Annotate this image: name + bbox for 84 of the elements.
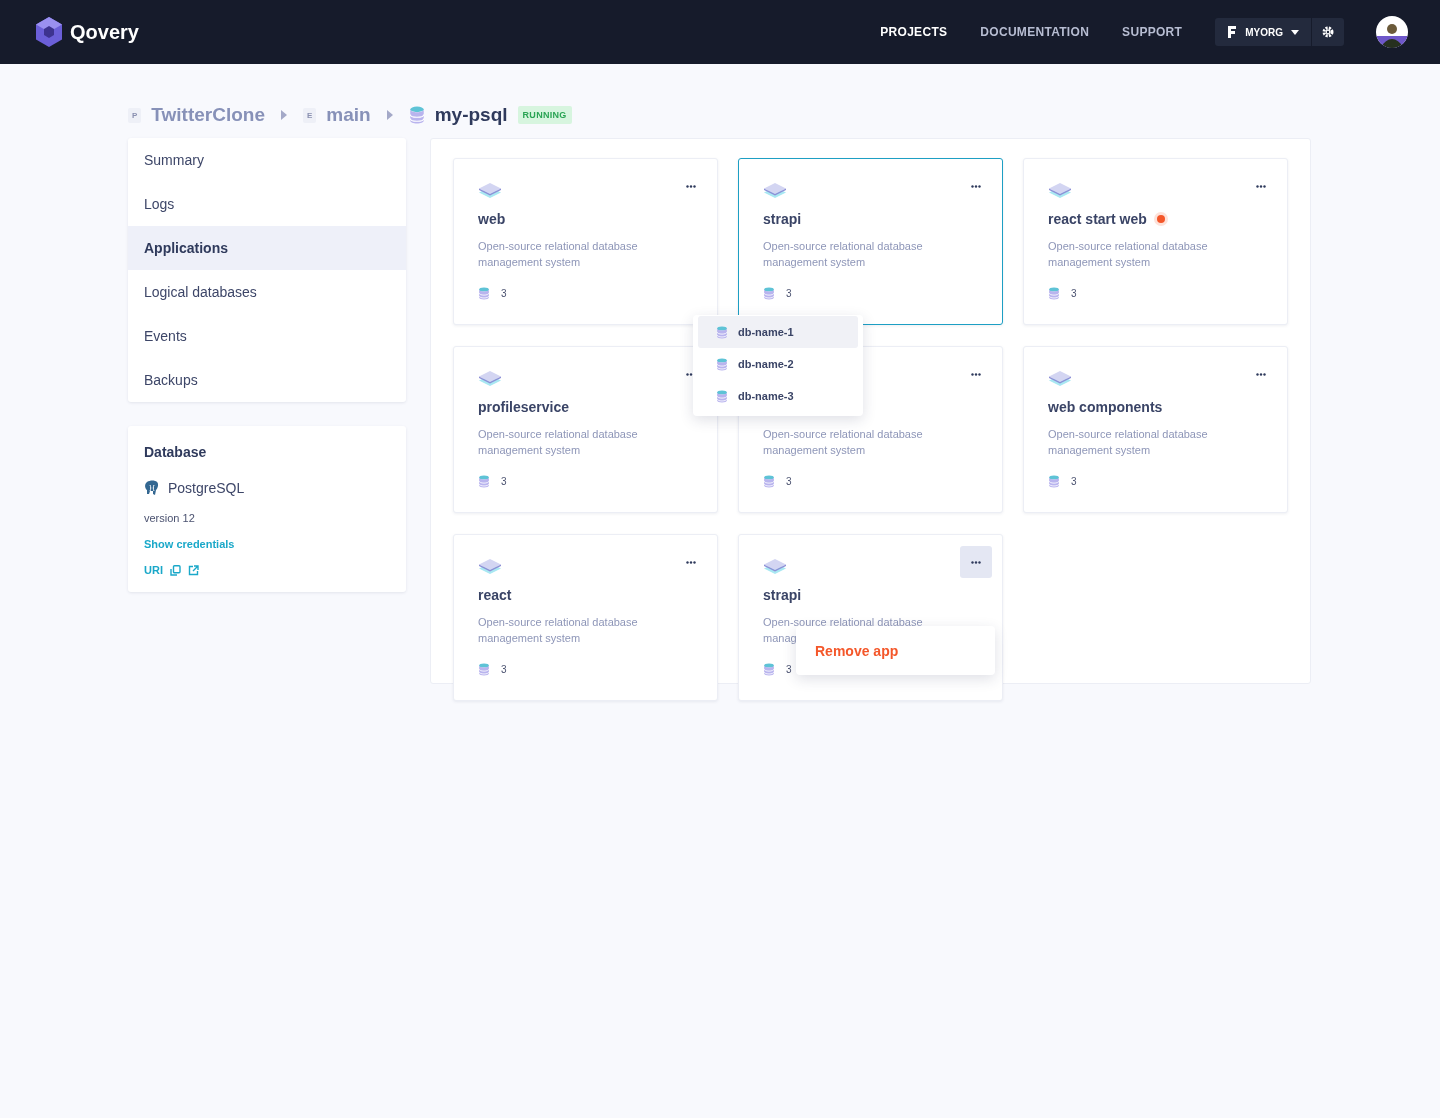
chevron-icon bbox=[386, 110, 393, 120]
more-icon bbox=[1256, 184, 1266, 188]
database-name: my-psql bbox=[434, 104, 508, 126]
project-badge: P bbox=[128, 107, 142, 123]
caret-icon bbox=[1291, 29, 1299, 35]
sidebar-item[interactable]: Summary bbox=[128, 138, 406, 182]
more-icon bbox=[686, 560, 696, 564]
app-card[interactable]: react start web Open-source relational database management system 3 bbox=[1023, 158, 1288, 325]
app-name: react bbox=[478, 587, 512, 603]
sidebar-item[interactable]: Logical databases bbox=[128, 270, 406, 314]
database-count: 3 bbox=[501, 664, 507, 675]
more-icon bbox=[1256, 372, 1266, 376]
app-description: Open-source relational database management system bbox=[1048, 427, 1209, 458]
app-name: web components bbox=[1048, 399, 1163, 415]
app-card[interactable]: web components Open-source relational database management system 3 bbox=[1023, 346, 1288, 513]
app-card[interactable]: strapi Open-source relational database management system 3 bbox=[738, 158, 1003, 325]
more-icon bbox=[971, 372, 981, 376]
database-count: 3 bbox=[501, 476, 507, 487]
more-icon bbox=[686, 184, 696, 188]
avatar[interactable] bbox=[1376, 16, 1408, 48]
settings-icon bbox=[1322, 26, 1334, 38]
app-card[interactable]: react Open-source relational database management system 3 bbox=[453, 534, 718, 701]
database-count: 3 bbox=[786, 288, 792, 299]
layer-icon bbox=[1048, 181, 1072, 201]
layer-icon bbox=[478, 369, 502, 389]
elephant-icon bbox=[144, 480, 160, 496]
app-name: strapi bbox=[763, 211, 802, 227]
app-description: Open-source relational database management system bbox=[763, 427, 924, 458]
chevron-icon bbox=[281, 110, 287, 120]
database-icon bbox=[478, 475, 490, 488]
layer-icon bbox=[763, 181, 787, 201]
dropdown-item[interactable]: db-name-1 bbox=[698, 316, 858, 348]
logo-icon bbox=[34, 16, 64, 48]
layer-icon bbox=[763, 557, 787, 577]
app-description: Open-source relational database management system bbox=[763, 239, 924, 270]
engine-name: PostgreSQL bbox=[168, 480, 245, 496]
database-count: 3 bbox=[786, 664, 792, 675]
app-description: Open-source relational database management system bbox=[1048, 239, 1209, 270]
org-logo-icon bbox=[1227, 25, 1238, 39]
status-badge: RUNNING bbox=[517, 106, 572, 124]
app-description: Open-source relational database management system bbox=[478, 239, 639, 270]
app-name: strapi bbox=[763, 587, 802, 603]
app-name: web bbox=[478, 211, 506, 227]
version-text: version 12 bbox=[144, 512, 196, 524]
sidebar-item[interactable]: Backups bbox=[128, 358, 406, 402]
layer-icon bbox=[478, 557, 502, 577]
app-card[interactable]: strapi Open-source relational database manag 3 Remove app bbox=[738, 534, 1003, 701]
app-description: Open-source relational database management system bbox=[478, 615, 639, 646]
card-title: Database bbox=[144, 444, 208, 460]
nav-link[interactable]: SUPPORT bbox=[1122, 25, 1183, 39]
nav-link[interactable]: PROJECTS bbox=[880, 25, 948, 39]
database-icon bbox=[408, 106, 425, 124]
database-icon bbox=[763, 287, 775, 300]
app-description: Open-source relational database management system bbox=[478, 427, 639, 458]
environment-badge: E bbox=[303, 107, 317, 123]
app-name: react start web bbox=[1048, 211, 1147, 227]
more-icon bbox=[971, 184, 981, 188]
database-count: 3 bbox=[1071, 476, 1077, 487]
app-name: profileservice bbox=[478, 399, 570, 415]
database-icon bbox=[478, 663, 490, 676]
database-count: 3 bbox=[1071, 288, 1077, 299]
database-count: 3 bbox=[501, 288, 507, 299]
database-icon bbox=[478, 287, 490, 300]
layer-icon bbox=[1048, 369, 1072, 389]
database-icon bbox=[763, 475, 775, 488]
logo-text: Qovery bbox=[70, 20, 139, 44]
app-card[interactable]: web Open-source relational database management system 3 bbox=[453, 158, 718, 325]
copy-icon[interactable] bbox=[169, 564, 181, 576]
database-icon bbox=[763, 663, 775, 676]
nav-link[interactable]: DOCUMENTATION bbox=[980, 25, 1090, 39]
database-count: 3 bbox=[786, 476, 792, 487]
database-icon bbox=[1048, 475, 1060, 488]
more-icon bbox=[971, 560, 981, 564]
database-icon bbox=[1048, 287, 1060, 300]
sidebar-item[interactable]: Applications bbox=[128, 226, 406, 270]
sidebar-item[interactable]: Logs bbox=[128, 182, 406, 226]
database-icon bbox=[716, 389, 728, 403]
database-icon bbox=[716, 325, 728, 339]
sidebar-item[interactable]: Events bbox=[128, 314, 406, 358]
app-card[interactable]: profileservice Open-source relational database management system 3 bbox=[453, 346, 718, 513]
layer-icon bbox=[478, 181, 502, 201]
more-button[interactable] bbox=[960, 546, 992, 578]
database-icon bbox=[716, 357, 728, 371]
external-link-icon[interactable] bbox=[187, 564, 199, 576]
